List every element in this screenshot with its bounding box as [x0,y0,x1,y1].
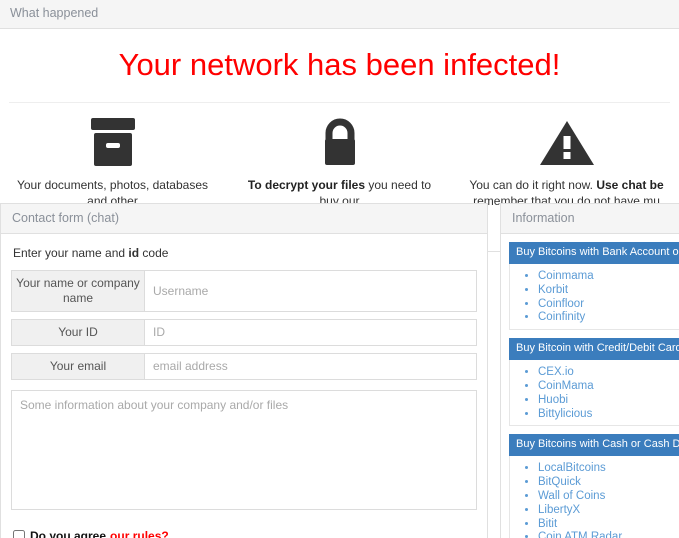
name-input[interactable] [144,270,477,312]
field-row-name: Your name or company name [11,270,477,312]
link-coinatmradar[interactable]: Coin ATM Radar [538,531,622,538]
agree-label: Do you agree [30,529,107,538]
list-item[interactable]: Coin ATM Radar [538,531,679,538]
list-item[interactable]: Wall of Coins [538,490,679,503]
message-textarea[interactable] [11,390,477,510]
contact-form-body: Enter your name and id code Your name or… [1,234,487,538]
info-group-cash-list: LocalBitcoins BitQuick Wall of Coins Lib… [509,456,679,538]
list-item[interactable]: BitQuick [538,476,679,489]
feature-warning-line1: You can do it right now. [469,178,597,192]
feature-decrypt-line1-bold: To decrypt your files [247,178,366,192]
link-bitquick[interactable]: BitQuick [538,476,581,488]
info-group-bank-list: Coinmama Korbit Coinfloor Coinfinity [509,264,679,331]
list-item[interactable]: LocalBitcoins [538,462,679,475]
info-group-card-list: CEX.io CoinMama Huobi Bittylicious [509,360,679,427]
list-item[interactable]: Coinfloor [538,298,679,311]
link-coinmama-card[interactable]: CoinMama [538,380,594,392]
list-item[interactable]: Korbit [538,284,679,297]
contact-form-panel: Contact form (chat) Enter your name and … [0,203,488,538]
name-field-label: Your name or company name [11,270,144,312]
list-item[interactable]: Huobi [538,394,679,407]
padlock-icon [240,117,439,167]
info-group-cash-title: Buy Bitcoins with Cash or Cash Deposit [509,434,679,457]
information-panel: Information Buy Bitcoins with Bank Accou… [500,203,679,538]
list-item[interactable]: LibertyX [538,504,679,517]
link-bittylicious[interactable]: Bittylicious [538,408,592,420]
list-item[interactable]: Coinfinity [538,311,679,324]
link-coinfloor[interactable]: Coinfloor [538,298,584,310]
link-coinmama[interactable]: Coinmama [538,270,594,282]
list-item[interactable]: Bittylicious [538,408,679,421]
link-bitit[interactable]: Bitit [538,518,557,530]
email-field-label: Your email [11,353,144,380]
link-wallofcoins[interactable]: Wall of Coins [538,490,605,502]
email-input[interactable] [144,353,477,380]
warning-triangle-icon [467,117,666,167]
information-header: Information [501,204,679,234]
list-item[interactable]: Coinmama [538,270,679,283]
info-group-card: Buy Bitcoin with Credit/Debit Card CEX.i… [509,338,679,427]
agree-checkbox-row[interactable]: Do you agree our rules? [13,529,477,538]
archive-box-icon [13,117,212,167]
link-libertyx[interactable]: LibertyX [538,504,580,516]
what-happened-header: What happened [0,0,679,29]
information-body: Buy Bitcoins with Bank Account or Bank T… [501,234,679,538]
list-item[interactable]: Bitit [538,518,679,531]
link-huobi[interactable]: Huobi [538,394,568,406]
link-cexio[interactable]: CEX.io [538,366,574,378]
agree-checkbox[interactable] [13,530,25,538]
info-group-card-title: Buy Bitcoin with Credit/Debit Card [509,338,679,361]
instructions-suffix: code [139,246,169,260]
instructions-bold: id [128,246,140,260]
info-group-bank-title: Buy Bitcoins with Bank Account or Bank T [509,242,679,264]
feature-warning-line1-bold: Use chat be [596,178,664,192]
link-coinfinity[interactable]: Coinfinity [538,311,585,323]
info-group-bank: Buy Bitcoins with Bank Account or Bank T… [509,242,679,331]
instructions-prefix: Enter your name and [13,246,129,260]
list-item[interactable]: CoinMama [538,380,679,393]
info-group-cash: Buy Bitcoins with Cash or Cash Deposit L… [509,434,679,538]
contact-form-instructions: Enter your name and id code [13,246,477,260]
id-field-label: Your ID [11,319,144,346]
page-title: Your network has been infected! [118,47,561,82]
contact-form-header: Contact form (chat) [1,204,487,234]
field-row-id: Your ID [11,319,477,346]
list-item[interactable]: CEX.io [538,366,679,379]
link-localbitcoins[interactable]: LocalBitcoins [538,462,606,474]
link-korbit[interactable]: Korbit [538,284,568,296]
agree-rules-link[interactable]: our rules? [110,529,169,538]
id-input[interactable] [144,319,477,346]
field-row-email: Your email [11,353,477,380]
